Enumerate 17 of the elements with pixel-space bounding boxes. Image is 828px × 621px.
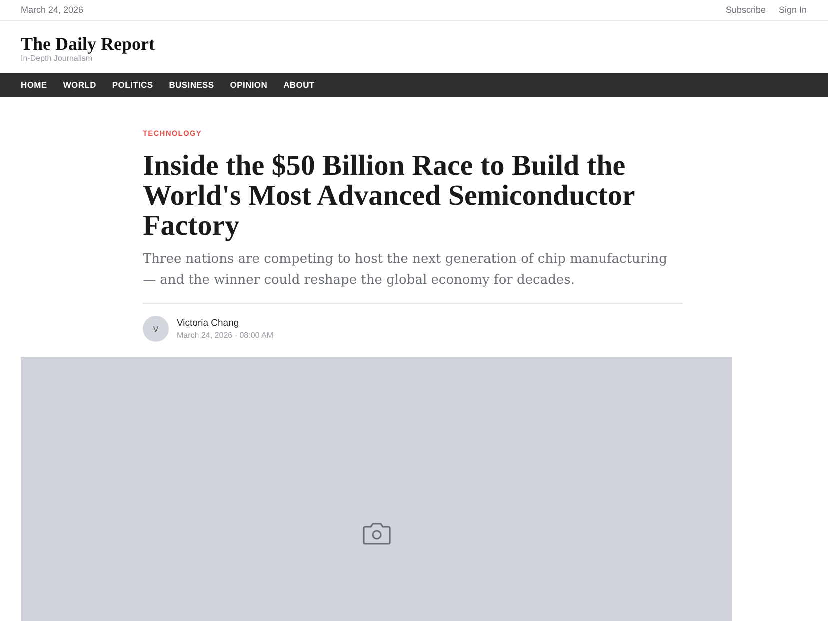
nav-link[interactable]: HOME	[21, 80, 48, 90]
top-link[interactable]: Subscribe	[726, 5, 766, 15]
publish-date: March 24, 2026 · 08:00 AM	[177, 331, 274, 340]
date-text: March 24, 2026	[21, 5, 84, 15]
nav-link[interactable]: POLITICS	[112, 80, 154, 90]
nav-link[interactable]: BUSINESS	[169, 80, 214, 90]
nav-link[interactable]: ABOUT	[284, 80, 315, 90]
top-link[interactable]: Sign In	[778, 5, 807, 15]
site-title[interactable]: The Daily Report	[21, 34, 155, 54]
site-tagline: In-Depth Journalism	[21, 54, 93, 63]
article-headline: Inside the $50 Billion Race to Build the World's Most Advanced Semiconductor Factory	[143, 151, 636, 241]
nav-link[interactable]: WORLD	[63, 80, 96, 90]
camera-icon	[362, 522, 392, 546]
author-avatar: V	[143, 316, 169, 342]
nav-link[interactable]: OPINION	[230, 80, 268, 90]
article-subtitle: Three nations are competing to host the next generation of chip manufacturing — and the winner could reshape the global economy for decades.	[143, 249, 683, 304]
author-name: Victoria Chang	[177, 318, 240, 329]
